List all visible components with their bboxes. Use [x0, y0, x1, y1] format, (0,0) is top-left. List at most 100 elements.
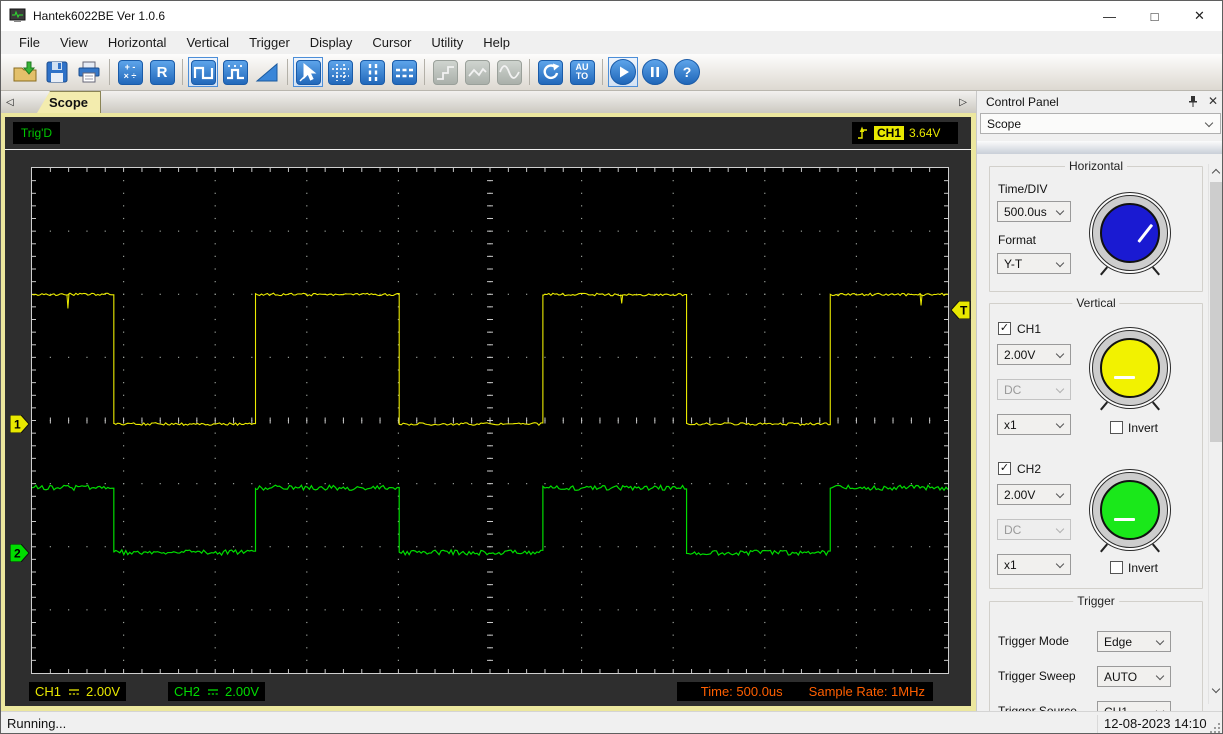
menu-help[interactable]: Help [473, 33, 520, 52]
print-button[interactable] [74, 57, 104, 87]
trigger-mode-select[interactable]: Edge [1097, 631, 1171, 652]
tab-scroll-left-icon[interactable]: ◁ [1, 97, 19, 108]
ch1-position-marker[interactable]: 1 [10, 415, 31, 433]
ch1-checkbox-label: CH1 [1017, 322, 1042, 336]
start-button[interactable] [608, 57, 638, 87]
panel-mode-value: Scope [987, 116, 1022, 131]
horizontal-position-knob[interactable] [1092, 195, 1168, 271]
menu-view[interactable]: View [50, 33, 98, 52]
trigger-status-badge: Trig'D [13, 122, 60, 144]
horizontal-group-label: Horizontal [1064, 159, 1128, 173]
grid-button[interactable] [325, 57, 355, 87]
open-button[interactable] [10, 57, 40, 87]
knob-face [1100, 203, 1160, 263]
time-div-value: 500.0us [1004, 204, 1047, 219]
tab-scope-label: Scope [48, 95, 88, 110]
step-interp-button[interactable] [430, 57, 460, 87]
vertical-cursors-button[interactable] [357, 57, 387, 87]
toolbar-separator [287, 59, 288, 85]
pin-icon[interactable] [1188, 95, 1198, 108]
reference-icon: R [149, 59, 175, 85]
maximize-button[interactable]: □ [1132, 1, 1177, 31]
scrollbar-thumb[interactable] [1210, 182, 1222, 442]
ch2-coupling-select: DC [997, 519, 1071, 540]
chevron-down-icon [1204, 118, 1214, 128]
menu-file[interactable]: File [9, 33, 50, 52]
svg-text:2: 2 [14, 547, 21, 561]
time-div-label: Time/DIV [998, 182, 1048, 196]
menu-cursor[interactable]: Cursor [362, 33, 421, 52]
horizontal-cursors-button[interactable] [389, 57, 419, 87]
vertical-group-label: Vertical [1072, 296, 1120, 310]
ch1-invert-label: Invert [1128, 421, 1159, 435]
square-wave-icon [190, 59, 216, 85]
ch2-readout: CH2 2.00V [168, 682, 265, 701]
grid-icon [327, 59, 353, 85]
math-icon: + - × ÷ [117, 59, 143, 85]
pause-button[interactable] [640, 57, 670, 87]
time-div-select[interactable]: 500.0us [997, 201, 1071, 222]
linear-interp-button[interactable] [462, 57, 492, 87]
ch1-readout: CH1 2.00V [29, 682, 126, 701]
menu-utility[interactable]: Utility [421, 33, 473, 52]
ch1-invert-checkbox[interactable] [1110, 421, 1123, 434]
trigger-level-marker[interactable]: T [951, 301, 971, 319]
help-button[interactable]: ? [672, 57, 702, 87]
ch2-enable-checkbox[interactable]: ✓ [998, 462, 1011, 475]
ch1-position-knob[interactable] [1092, 330, 1168, 406]
panel-close-icon[interactable]: ✕ [1208, 94, 1218, 108]
ch2-readout-label: CH2 [174, 684, 201, 699]
menu-vertical[interactable]: Vertical [176, 33, 239, 52]
scroll-down-icon[interactable] [1211, 684, 1221, 694]
knob-pointer [1114, 518, 1135, 521]
print-icon [78, 61, 100, 83]
panel-mode-select[interactable]: Scope [980, 113, 1221, 134]
trigger-sweep-select[interactable]: AUTO [1097, 666, 1171, 687]
menu-horizontal[interactable]: Horizontal [98, 33, 177, 52]
resize-grip[interactable] [1208, 721, 1221, 733]
math-button[interactable]: + - × ÷ [115, 57, 145, 87]
auto-set-button[interactable]: AU TO [567, 57, 597, 87]
chevron-down-icon [1055, 419, 1065, 429]
ramp-icon [255, 62, 278, 82]
tab-scroll-right-icon[interactable]: ▷ [954, 97, 972, 108]
cursor-button[interactable] [293, 57, 323, 87]
save-button[interactable] [42, 57, 72, 87]
chevron-down-icon [1055, 206, 1065, 216]
trigger-group: Trigger [989, 594, 1203, 711]
digital-wave-button[interactable] [220, 57, 250, 87]
sine-interp-button[interactable] [494, 57, 524, 87]
sine-interp-icon [496, 59, 522, 85]
ch2-coupling-value: DC [1004, 522, 1022, 537]
trigger-source-select[interactable]: CH1 [1097, 701, 1171, 711]
minimize-button[interactable]: — [1087, 1, 1132, 31]
scroll-up-icon[interactable] [1211, 168, 1221, 178]
menu-trigger[interactable]: Trigger [239, 33, 300, 52]
tab-scope[interactable]: Scope [37, 91, 101, 113]
horizontal-cursors-icon [391, 59, 417, 85]
control-panel: Control Panel ✕ Scope Horizontal Time/DI… [976, 91, 1222, 711]
app-icon [9, 8, 26, 22]
panel-scrollbar[interactable] [1208, 164, 1222, 704]
ch2-volts-select[interactable]: 2.00V [997, 484, 1071, 505]
square-wave-button[interactable] [188, 57, 218, 87]
toolbar: + - × ÷ R AU TO ? [1, 54, 1222, 91]
chevron-down-icon [1055, 349, 1065, 359]
ch1-probe-select[interactable]: x1 [997, 414, 1071, 435]
ch2-position-knob[interactable] [1092, 472, 1168, 548]
ch1-enable-checkbox[interactable]: ✓ [998, 322, 1011, 335]
digital-wave-icon [222, 59, 248, 85]
ramp-button[interactable] [252, 57, 282, 87]
ch2-probe-select[interactable]: x1 [997, 554, 1071, 575]
ch2-position-marker[interactable]: 2 [10, 544, 31, 562]
ch1-volts-select[interactable]: 2.00V [997, 344, 1071, 365]
refresh-button[interactable] [535, 57, 565, 87]
trigger-sweep-label: Trigger Sweep [998, 669, 1076, 683]
panel-collapsed-stripe[interactable] [977, 141, 1222, 154]
format-select[interactable]: Y-T [997, 253, 1071, 274]
menu-display[interactable]: Display [300, 33, 363, 52]
ch2-invert-checkbox[interactable] [1110, 561, 1123, 574]
close-button[interactable]: ✕ [1177, 1, 1222, 31]
reference-button[interactable]: R [147, 57, 177, 87]
trigger-source-label: Trigger Source [998, 704, 1077, 711]
